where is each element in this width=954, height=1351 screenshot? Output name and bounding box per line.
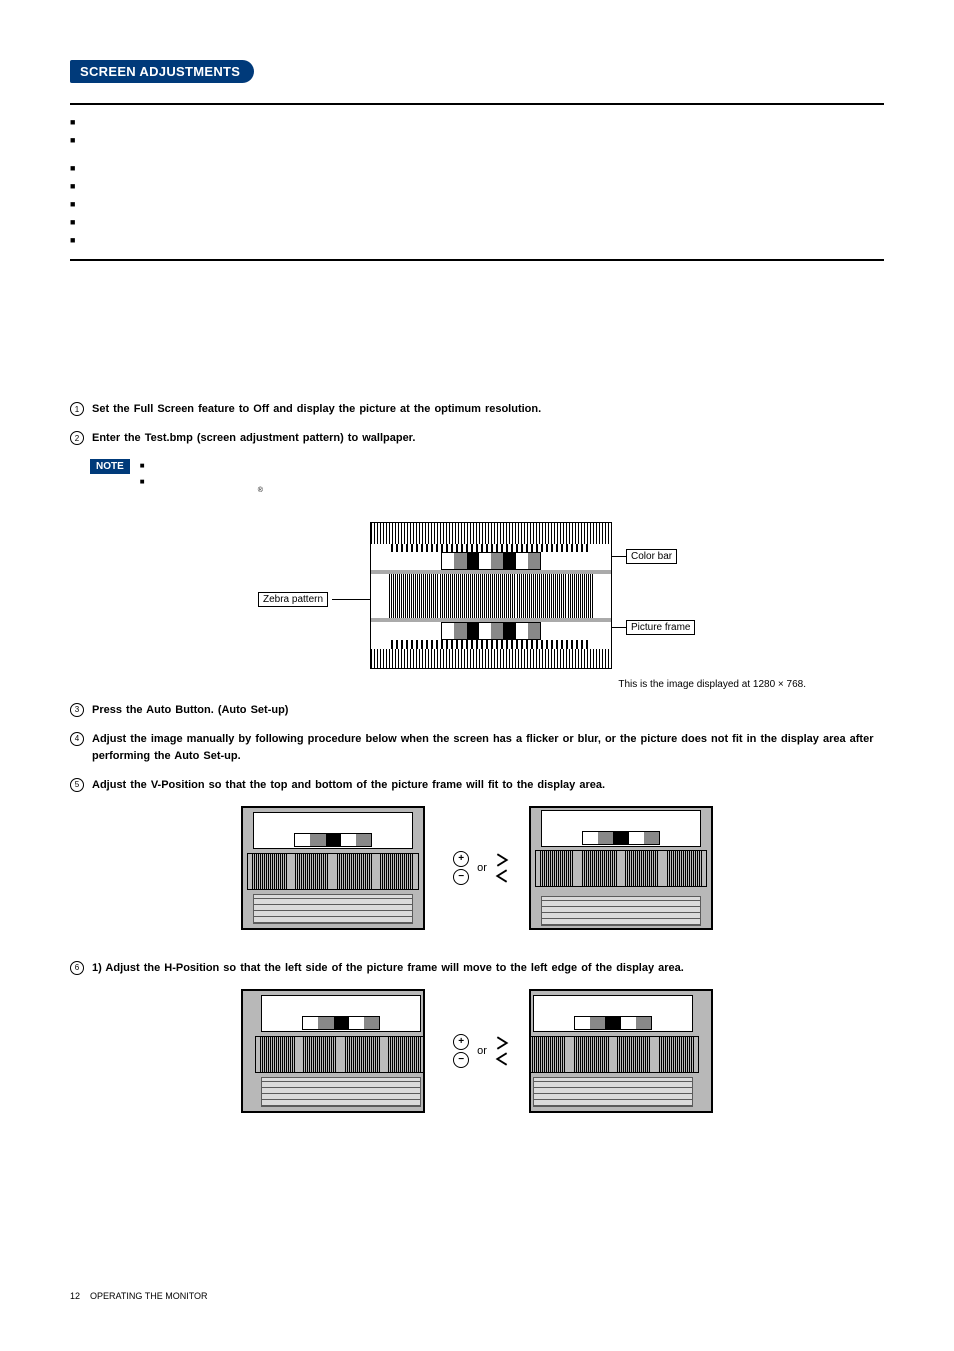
minus-button-icon: − — [453, 1052, 469, 1068]
step-1: 1 Set the Full Screen feature to Off and… — [70, 401, 884, 418]
step-text: Enter the Test.bmp (screen adjustment pa… — [92, 430, 884, 447]
test-pattern-diagram: Zebra pattern Color bar Picture frame — [70, 514, 884, 694]
adj-screen-after — [529, 989, 713, 1113]
bottom-rule — [70, 259, 884, 261]
document-page: SCREEN ADJUSTMENTS 1 Set the Full Screen… — [0, 0, 954, 1351]
bullet-item — [70, 233, 884, 247]
step-4: 4 Adjust the image manually by following… — [70, 731, 884, 765]
zebra-pattern-label: Zebra pattern — [258, 592, 328, 607]
page-number: 12 — [70, 1291, 80, 1301]
v-position-illustration: + − or — [70, 806, 884, 930]
minus-button-icon: − — [453, 869, 469, 885]
plus-button-icon: + — [453, 1034, 469, 1050]
step-2: 2 Enter the Test.bmp (screen adjustment … — [70, 430, 884, 447]
registered-icon: ® — [258, 487, 263, 494]
bullet-item — [70, 133, 884, 157]
callout-line — [332, 599, 372, 600]
step-text: Adjust the image manually by following p… — [92, 731, 884, 765]
test-pattern-image — [370, 522, 612, 669]
adj-controls: + − or — [445, 851, 509, 885]
step-text: Press the Auto Button. (Auto Set-up) — [92, 702, 884, 719]
step-3: 3 Press the Auto Button. (Auto Set-up) — [70, 702, 884, 719]
note-block: NOTE ® — [90, 459, 884, 504]
bullet-item — [70, 215, 884, 229]
step-number-icon: 1 — [70, 402, 84, 416]
bullet-item — [70, 179, 884, 193]
adj-screen-before — [241, 989, 425, 1113]
step-text: Adjust the V-Position so that the top an… — [92, 777, 884, 794]
step-number-icon: 3 — [70, 703, 84, 717]
diagram-caption: This is the image displayed at 1280 × 76… — [618, 679, 806, 690]
step-number-icon: 6 — [70, 961, 84, 975]
step-text: Set the Full Screen feature to Off and d… — [92, 401, 884, 418]
adj-screen-before — [241, 806, 425, 930]
or-label: or — [477, 1045, 487, 1057]
step-6: 6 1) Adjust the H-Position so that the l… — [70, 960, 884, 977]
footer-section: OPERATING THE MONITOR — [90, 1291, 208, 1301]
bullet-item — [70, 197, 884, 211]
or-label: or — [477, 862, 487, 874]
adj-controls: + − or — [445, 1034, 509, 1068]
chevron-left-icon — [495, 869, 509, 883]
picture-frame-label: Picture frame — [626, 620, 695, 635]
content-area: 1 Set the Full Screen feature to Off and… — [70, 401, 884, 1113]
bullet-item — [70, 115, 884, 129]
h-position-illustration: + − or — [70, 989, 884, 1113]
top-rule — [70, 103, 884, 105]
intro-bullets — [70, 115, 884, 247]
step-number-icon: 4 — [70, 732, 84, 746]
chevron-right-icon — [495, 1036, 509, 1050]
note-bullet-item: ® — [140, 475, 884, 500]
step-number-icon: 5 — [70, 778, 84, 792]
page-footer: 12 OPERATING THE MONITOR — [70, 1291, 208, 1301]
step-text: 1) Adjust the H-Position so that the lef… — [92, 960, 884, 977]
plus-button-icon: + — [453, 851, 469, 867]
bullet-item — [70, 161, 884, 175]
step-number-icon: 2 — [70, 431, 84, 445]
note-badge: NOTE — [90, 459, 130, 474]
section-title-badge: SCREEN ADJUSTMENTS — [70, 60, 254, 83]
chevron-right-icon — [495, 853, 509, 867]
step-5: 5 Adjust the V-Position so that the top … — [70, 777, 884, 794]
note-bullet-item — [140, 459, 884, 471]
chevron-left-icon — [495, 1052, 509, 1066]
adj-screen-after — [529, 806, 713, 930]
colorbar-label: Color bar — [626, 549, 677, 564]
note-bullets: ® — [140, 459, 884, 504]
